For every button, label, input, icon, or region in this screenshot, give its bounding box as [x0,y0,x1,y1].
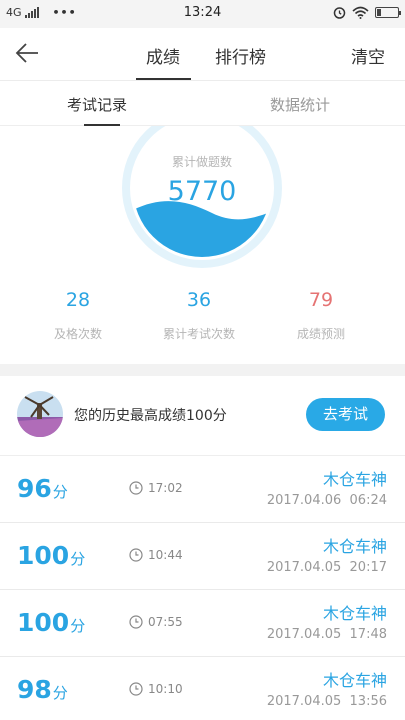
clock-icon [129,682,143,696]
score-value: 100 [17,608,70,637]
duration-text: 10:44 [148,548,183,562]
tab-exam-records[interactable]: 考试记录 [67,94,127,115]
record-score: 98分 [17,675,68,704]
record-username: 木仓车神 [322,537,387,556]
record-date: 2017.04.05 13:56 [266,694,387,709]
stat-total-exams: 36 累计考试次数 [144,289,254,342]
clock-icon [129,548,143,562]
record-date: 2017.04.06 06:24 [266,493,387,508]
go-exam-button[interactable]: 去考试 [306,398,385,431]
battery-icon [375,7,401,18]
stat-value: 79 [308,289,334,311]
header-bar: 成绩 排行榜 清空 [0,28,405,81]
back-arrow-icon [15,43,38,63]
avatar [17,391,63,437]
best-score-row: 您的历史最高成绩100分 去考试 [0,376,405,456]
alarm-icon [333,7,346,19]
status-bar: 4G ••• 13:24 [0,0,405,28]
record-date: 2017.04.05 20:17 [266,560,387,575]
record-username: 木仓车神 [322,604,387,623]
sub-tab-bar: 考试记录 数据统计 [0,82,405,126]
record-row[interactable]: 96分 17:02 木仓车神 2017.04.06 06:24 [0,456,405,523]
record-duration: 10:44 [129,548,183,562]
record-row[interactable]: 100分 07:55 木仓车神 2017.04.05 17:48 [0,590,405,657]
record-score: 100分 [17,608,85,637]
stat-label: 成绩预测 [296,327,345,341]
score-value: 96 [17,474,52,503]
stat-label: 累计考试次数 [162,327,235,341]
stat-label: 及格次数 [53,327,102,341]
wifi-icon [352,6,369,19]
tab-ranking[interactable]: 排行榜 [215,43,266,68]
record-row[interactable]: 98分 10:10 木仓车神 2017.04.05 13:56 [0,657,405,720]
summary-panel: 累计做题数 5770 28 及格次数 36 累计考试次数 79 成绩预测 [0,126,405,364]
score-unit: 分 [52,483,68,501]
record-score: 100分 [17,541,85,570]
stat-passed: 28 及格次数 [23,289,133,342]
clock-icon [129,615,143,629]
score-value: 98 [17,675,52,704]
questions-progress-circle: 累计做题数 5770 [112,126,292,273]
tab-scores[interactable]: 成绩 [146,43,180,68]
stat-prediction: 79 成绩预测 [266,289,376,342]
duration-text: 17:02 [148,481,183,495]
clear-button[interactable]: 清空 [351,43,385,68]
avatar-image [17,391,63,437]
stat-value: 28 [65,289,91,311]
score-value: 100 [17,541,70,570]
active-tab-indicator [136,78,191,80]
record-username: 木仓车神 [322,671,387,690]
score-unit: 分 [70,617,86,635]
best-score-text: 您的历史最高成绩100分 [74,408,227,424]
duration-text: 07:55 [148,615,183,629]
record-duration: 17:02 [129,481,183,495]
tab-data-statistics[interactable]: 数据统计 [270,94,330,115]
record-username: 木仓车神 [322,470,387,489]
duration-text: 10:10 [148,682,183,696]
exam-record-list: 96分 17:02 木仓车神 2017.04.06 06:24 100分 10:… [0,456,405,720]
record-duration: 10:10 [129,682,183,696]
stat-value: 36 [186,289,212,311]
record-duration: 07:55 [129,615,183,629]
status-right [333,6,401,19]
record-date: 2017.04.05 17:48 [266,627,387,642]
section-divider [0,364,405,376]
clock-icon [129,481,143,495]
record-score: 96分 [17,474,68,503]
total-questions-value: 5770 [167,176,237,207]
score-unit: 分 [70,550,86,568]
back-button[interactable] [14,40,54,70]
score-unit: 分 [52,684,68,702]
record-row[interactable]: 100分 10:44 木仓车神 2017.04.05 20:17 [0,523,405,590]
circle-label: 累计做题数 [171,155,232,169]
